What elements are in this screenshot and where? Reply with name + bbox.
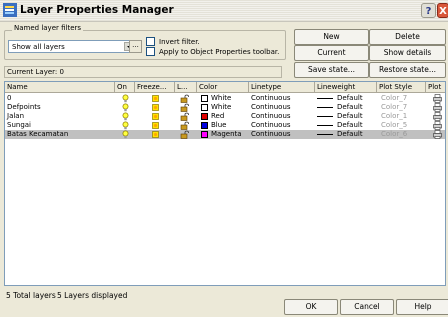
lightbulb-icon[interactable] [121,121,130,130]
cancel-button[interactable]: Cancel [340,299,394,315]
filter-more-button[interactable]: ... [129,40,142,53]
layer-name: 0 [7,94,12,102]
layer-properties-manager-window: Layer Properties Manager ? X Named layer… [0,0,448,317]
layer-plot-style: Color_6 [381,130,408,138]
column-header-name[interactable]: Name [5,82,115,93]
color-swatch[interactable] [201,131,208,138]
restore-state-button[interactable]: Restore state... [369,62,446,78]
layer-name: Batas Kecamatan [7,130,69,138]
padlock-open-icon[interactable] [180,130,189,139]
current-layer-label: Current Layer: 0 [7,68,64,76]
app-icon [3,3,17,17]
total-layers-status: 5 Total layers [6,291,56,300]
color-swatch[interactable] [201,104,208,111]
table-row[interactable]: Defpoints White Continuous Default Color_7 [5,103,445,112]
column-header-color[interactable]: Color [197,82,249,93]
invert-filter-checkbox[interactable] [146,37,155,46]
layer-linetype: Continuous [251,94,291,102]
help-title-button[interactable]: ? [421,3,436,18]
lightbulb-icon[interactable] [121,94,130,103]
layer-linetype: Continuous [251,112,291,120]
padlock-open-icon[interactable] [180,94,189,103]
layer-name: Jalan [7,112,25,120]
lineweight-sample [317,98,333,99]
padlock-open-icon[interactable] [180,103,189,112]
lightbulb-icon[interactable] [121,112,130,121]
filter-combo-value: Show all layers [12,43,65,51]
ok-button[interactable]: OK [284,299,338,315]
delete-button[interactable]: Delete [369,29,446,45]
layer-lineweight: Default [337,121,363,129]
column-header-lock[interactable]: L... [175,82,197,93]
printer-icon[interactable] [433,112,442,121]
apply-toolbar-checkbox[interactable] [146,47,155,56]
title-bar[interactable]: Layer Properties Manager ? X [0,0,448,22]
layer-plot-style: Color_5 [381,121,408,129]
current-button[interactable]: Current [294,45,369,61]
apply-toolbar-label: Apply to Object Properties toolbar. [159,48,280,56]
printer-icon[interactable] [433,94,442,103]
layer-plot-style: Color_7 [381,103,408,111]
column-header-freeze[interactable]: Freeze... [135,82,175,93]
printer-icon[interactable] [433,130,442,139]
column-header-plot[interactable]: Plot [426,82,445,93]
new-button[interactable]: New [294,29,369,45]
column-header-linetype[interactable]: Linetype [249,82,315,93]
padlock-open-icon[interactable] [180,121,189,130]
layer-list[interactable]: Name On Freeze... L... Color Linetype Li… [4,81,446,286]
named-filters-label: Named layer filters [12,24,84,32]
color-swatch[interactable] [201,122,208,129]
layer-plot-style: Color_1 [381,112,408,120]
show-details-button[interactable]: Show details [369,45,446,61]
color-swatch[interactable] [201,95,208,102]
layer-name: Sungai [7,121,31,129]
column-header-on[interactable]: On [115,82,135,93]
layer-linetype: Continuous [251,130,291,138]
layer-color: White [211,103,232,111]
layer-color: White [211,94,232,102]
lineweight-sample [317,134,333,135]
lightbulb-icon[interactable] [121,103,130,112]
layer-color: Magenta [211,130,242,138]
invert-filter-label: Invert filter. [159,38,200,46]
save-state-button[interactable]: Save state... [294,62,369,78]
table-row[interactable]: Jalan Red Continuous Default Color_1 [5,112,445,121]
padlock-open-icon[interactable] [180,112,189,121]
layer-linetype: Continuous [251,121,291,129]
color-swatch[interactable] [201,113,208,120]
layer-lineweight: Default [337,103,363,111]
column-header-plot-style[interactable]: Plot Style [377,82,426,93]
layer-lineweight: Default [337,130,363,138]
table-row[interactable]: Batas Kecamatan Magenta Continuous Default C… [5,130,445,139]
sun-icon[interactable] [151,112,160,121]
printer-icon[interactable] [433,121,442,130]
sun-icon[interactable] [151,103,160,112]
column-header-lineweight[interactable]: Lineweight [315,82,377,93]
table-row[interactable]: 0 White Continuous Default Color_7 [5,94,445,103]
sun-icon[interactable] [151,130,160,139]
layer-color: Red [211,112,225,120]
lineweight-sample [317,116,333,117]
help-button[interactable]: Help [396,299,448,315]
lightbulb-icon[interactable] [121,130,130,139]
table-row[interactable]: Sungai Blue Continuous Default Color_5 [5,121,445,130]
lineweight-sample [317,107,333,108]
close-button[interactable]: X [437,3,448,18]
printer-icon[interactable] [433,103,442,112]
layer-color: Blue [211,121,227,129]
sun-icon[interactable] [151,121,160,130]
window-title: Layer Properties Manager [20,4,174,16]
sun-icon[interactable] [151,94,160,103]
layer-lineweight: Default [337,112,363,120]
layer-lineweight: Default [337,94,363,102]
filter-combo[interactable]: Show all layers [8,40,137,53]
layer-name: Defpoints [7,103,41,111]
layer-plot-style: Color_7 [381,94,408,102]
layer-linetype: Continuous [251,103,291,111]
displayed-layers-status: 5 Layers displayed [57,291,128,300]
current-layer-display: Current Layer: 0 [4,66,282,78]
lineweight-sample [317,125,333,126]
